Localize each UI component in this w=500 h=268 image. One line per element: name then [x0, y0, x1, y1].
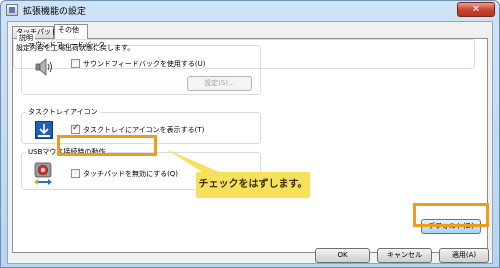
dialog-window: 拡張機能の設定 ✕ タッチパッド その他 サウンドフィードバック サウンドフィー…: [0, 0, 500, 268]
title-bar[interactable]: 拡張機能の設定 ✕: [1, 1, 499, 19]
tray-icon: [35, 121, 53, 139]
disable-touchpad-highlight: [57, 135, 157, 156]
app-icon: [6, 4, 18, 16]
description-title: 説明: [17, 33, 35, 43]
ok-button[interactable]: OK: [315, 248, 370, 263]
task-tray-title: タスクトレイアイコン: [26, 107, 100, 117]
close-button[interactable]: ✕: [457, 2, 495, 17]
sound-feedback-label[interactable]: サウンドフィードバックを使用する(U): [83, 59, 205, 69]
task-tray-label[interactable]: タスクトレイにアイコンを表示する(T): [83, 125, 204, 135]
sound-settings-button[interactable]: 設定(S)...: [187, 76, 252, 91]
usb-mouse-icon: [34, 162, 52, 185]
description-text: 設定内容を工場出荷状態に戻します。: [16, 44, 135, 52]
instruction-callout: チェックをはずします。: [196, 172, 310, 198]
apply-button[interactable]: 適用(A): [439, 248, 489, 263]
sound-feedback-checkbox[interactable]: [71, 59, 80, 68]
disable-touchpad-label[interactable]: タッチパッドを無効にする(Q): [83, 169, 178, 179]
default-button-highlight: [413, 203, 489, 227]
window-title: 拡張機能の設定: [23, 7, 87, 17]
disable-touchpad-checkbox[interactable]: [71, 169, 80, 178]
tab-other[interactable]: その他: [54, 24, 88, 39]
cancel-button[interactable]: キャンセル: [377, 248, 432, 263]
speaker-icon: [35, 58, 52, 76]
task-tray-checkbox[interactable]: [71, 123, 80, 134]
